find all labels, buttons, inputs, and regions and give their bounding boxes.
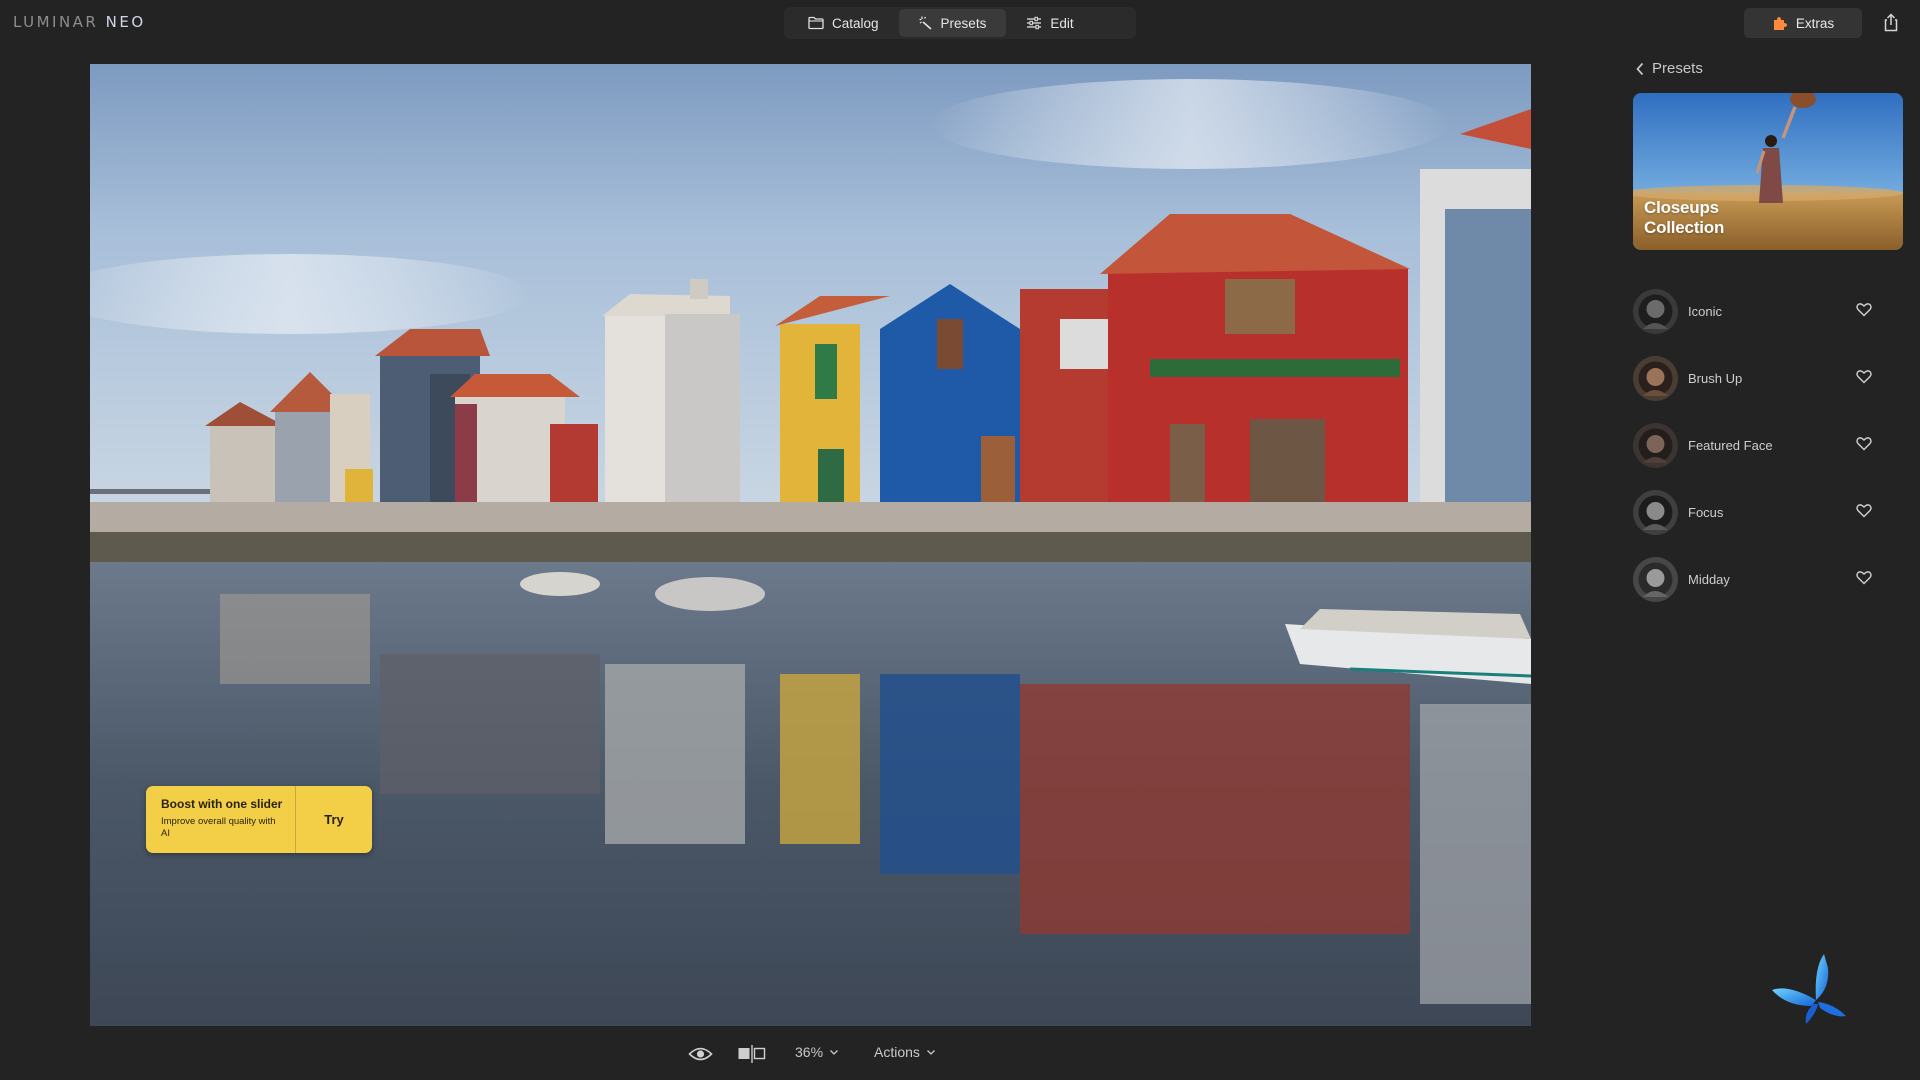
extras-button[interactable]: Extras — [1744, 8, 1862, 38]
preset-item-featured-face[interactable]: Featured Face — [1633, 412, 1903, 479]
back-label: Presets — [1652, 60, 1703, 77]
logo-main: LUMINAR — [13, 13, 99, 31]
actions-label: Actions — [874, 1044, 920, 1060]
chevron-down-icon — [926, 1049, 935, 1055]
tab-presets-label: Presets — [940, 15, 987, 31]
presets-wand-icon — [919, 16, 932, 30]
folder-icon — [808, 16, 824, 30]
presets-panel: Presets Closeups Collection Iconic Brush… — [1620, 46, 1920, 1080]
preset-thumbnail — [1633, 490, 1678, 535]
boost-try-button[interactable]: Try — [296, 786, 372, 853]
puzzle-icon — [1773, 17, 1787, 30]
tab-presets[interactable]: Presets — [898, 9, 1007, 37]
mode-switcher: Catalog Presets Edit — [784, 7, 1136, 39]
preset-name: Featured Face — [1688, 438, 1773, 453]
heart-icon[interactable] — [1856, 302, 1872, 317]
tab-catalog-label: Catalog — [832, 15, 879, 31]
canal-houses-photo — [90, 64, 1531, 1026]
preset-list: Iconic Brush Up Featured Face Focus Midd… — [1633, 278, 1903, 613]
heart-icon[interactable] — [1856, 369, 1872, 384]
chevron-left-icon — [1636, 62, 1644, 75]
boost-text: Boost with one slider Improve overall qu… — [146, 786, 296, 853]
boost-subtitle: Improve overall quality with AI — [161, 816, 276, 839]
preset-name: Focus — [1688, 505, 1724, 520]
preset-thumbnail — [1633, 289, 1678, 334]
preset-thumbnail — [1633, 557, 1678, 602]
preset-name: Iconic — [1688, 304, 1722, 319]
heart-icon[interactable] — [1856, 436, 1872, 451]
share-icon — [1884, 13, 1898, 32]
preset-item-iconic[interactable]: Iconic — [1633, 278, 1903, 345]
preset-thumbnail — [1633, 423, 1678, 468]
logo-accent: NEO — [105, 13, 146, 31]
boost-popup: Boost with one slider Improve overall qu… — [146, 786, 372, 853]
preset-item-brush-up[interactable]: Brush Up — [1633, 345, 1903, 412]
sliders-icon — [1027, 16, 1042, 30]
back-to-presets[interactable]: Presets — [1636, 60, 1703, 77]
chevron-down-icon — [830, 1049, 838, 1055]
heart-icon[interactable] — [1856, 503, 1872, 518]
tab-edit[interactable]: Edit — [1006, 9, 1093, 37]
preset-thumbnail — [1633, 356, 1678, 401]
preset-item-midday[interactable]: Midday — [1633, 546, 1903, 613]
butterfly-icon — [1772, 954, 1846, 1024]
eye-icon — [688, 1047, 713, 1061]
share-button[interactable] — [1880, 12, 1902, 34]
collection-title-line2: Collection — [1644, 218, 1725, 237]
extras-label: Extras — [1795, 15, 1835, 31]
actions-dropdown[interactable]: Actions — [874, 1044, 936, 1060]
preset-name: Brush Up — [1688, 371, 1743, 386]
app-logo: LUMINAR NEO — [13, 13, 146, 31]
preset-item-focus[interactable]: Focus — [1633, 479, 1903, 546]
collection-title-line1: Closeups — [1644, 198, 1719, 217]
top-bar: LUMINAR NEO Catalog Presets Edit Extras — [0, 0, 1920, 46]
zoom-dropdown[interactable]: 36% — [795, 1044, 839, 1060]
preset-name: Midday — [1688, 572, 1730, 587]
zoom-value: 36% — [795, 1044, 824, 1060]
boost-title: Boost with one slider — [161, 797, 283, 811]
photo-canvas[interactable] — [90, 64, 1531, 1026]
butterfly-assistant-button[interactable] — [1768, 948, 1854, 1031]
collection-banner[interactable]: Closeups Collection — [1633, 93, 1903, 250]
compare-toggle[interactable] — [737, 1044, 767, 1069]
heart-icon[interactable] — [1856, 570, 1872, 585]
compare-icon — [738, 1045, 766, 1063]
tab-catalog[interactable]: Catalog — [788, 9, 899, 37]
preview-toggle[interactable] — [688, 1044, 713, 1069]
collection-title: Closeups Collection — [1644, 198, 1724, 238]
tab-edit-label: Edit — [1050, 15, 1074, 31]
